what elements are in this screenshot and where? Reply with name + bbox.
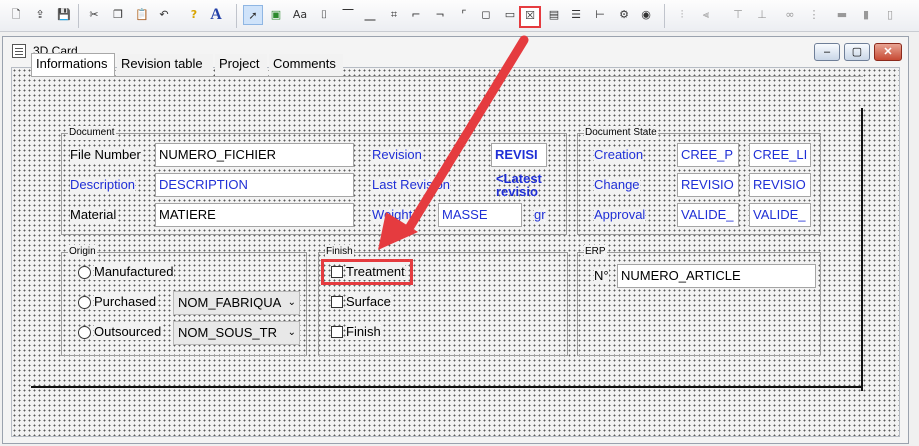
- arrow-shaft: [403, 35, 529, 235]
- annotation-arrow: [378, 35, 529, 250]
